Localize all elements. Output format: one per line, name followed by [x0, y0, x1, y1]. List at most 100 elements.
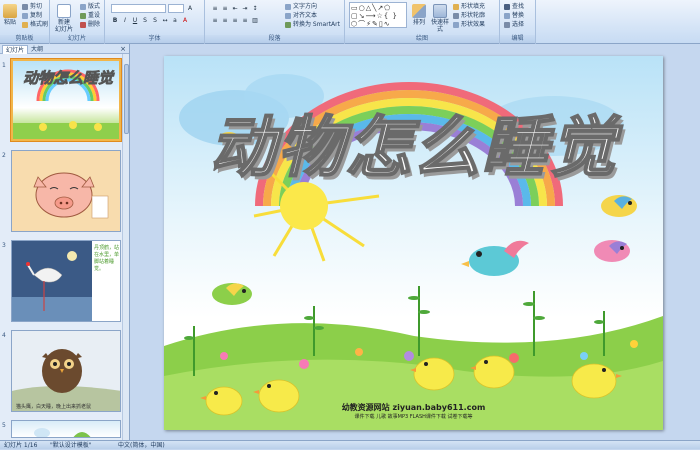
owl-illustration [12, 331, 120, 411]
find-label: 查找 [512, 3, 525, 10]
editing-group: 查找 替换 选择 编辑 [500, 0, 536, 44]
replace-button[interactable]: 替换 [504, 12, 524, 20]
thumb-4-caption: 猫头鹰，白天睡，晚上出来抓老鼠 [16, 404, 92, 410]
reset-button[interactable]: 重设 [80, 12, 100, 20]
text-direction-button[interactable]: 文字方向 [285, 3, 317, 11]
smartart-label: 转换为 SmartArt [293, 21, 340, 28]
copy-icon [22, 12, 28, 19]
shape-outline-button[interactable]: 形状轮廓 [453, 12, 485, 20]
arrange-button[interactable]: 排列 [411, 4, 427, 26]
numbering-icon[interactable]: ≡ [221, 5, 229, 13]
reset-icon [80, 12, 86, 19]
drawing-group: ▭○△╲↗⬠ ▢↘⟶☆{ } ⬡⌒⚡✎▯∿ 排列 快速样式 形状填充 形状轮廓 形状… [345, 0, 500, 44]
slide-thumbnail-5[interactable] [11, 420, 121, 438]
thumb-number: 2 [2, 152, 6, 159]
align-left-icon[interactable]: ≡ [211, 17, 219, 25]
copy-button[interactable]: 复制 [22, 12, 42, 20]
new-slide-button[interactable]: 新建 幻灯片 [54, 4, 74, 33]
increase-indent-icon[interactable]: ⇥ [241, 5, 249, 13]
line-spacing-icon[interactable]: ↕ [251, 5, 259, 13]
copy-label: 复制 [30, 12, 43, 19]
quick-styles-label: 快速样式 [430, 19, 449, 33]
thumb-number: 1 [2, 62, 6, 69]
smartart-icon [285, 21, 291, 28]
status-bar: 幻灯片 1/16 "默认设计模板" 中文(简体，中国) [0, 440, 700, 449]
brush-icon [22, 21, 28, 28]
paste-button[interactable]: 粘贴 [2, 4, 18, 26]
slides-group-label: 幻灯片 [50, 35, 104, 43]
font-size-dropdown[interactable] [168, 4, 184, 13]
text-direction-label: 文字方向 [293, 3, 318, 10]
thumb-1-title: 动物怎么睡觉 [22, 69, 114, 88]
tab-outline[interactable]: 大纲 [28, 45, 46, 54]
align-row: ≡ ≡ ≡ ≡ ▥ [211, 16, 261, 25]
delete-button[interactable]: 删除 [80, 21, 100, 29]
scrollbar-thumb[interactable] [124, 64, 129, 134]
grow-font-icon[interactable]: A [186, 5, 194, 13]
scissors-icon [22, 3, 28, 10]
drawing-group-label: 绘图 [345, 35, 499, 43]
bullets-icon[interactable]: ≡ [211, 5, 219, 13]
close-icon[interactable]: × [120, 45, 126, 53]
slide-thumbnail-2[interactable] [11, 150, 121, 232]
shape-fill-button[interactable]: 形状填充 [453, 3, 485, 11]
new-slide-icon [57, 4, 71, 18]
paint-bucket-icon [453, 3, 459, 10]
slide-title[interactable]: 动物怎么睡觉 [164, 94, 663, 190]
slide-thumbnail-1[interactable]: 动物怎么睡觉 [11, 59, 121, 141]
slides-panel: 幻灯片 大纲 × 1 动物怎么睡觉 2 3 丹顶鹤，站在水里，单脚站着睡觉。 4… [0, 44, 130, 440]
shape-effects-button[interactable]: 形状效果 [453, 21, 485, 29]
clipboard-group: 粘贴 剪切 复制 格式刷 剪贴板 [0, 0, 50, 44]
align-text-icon [285, 12, 291, 19]
italic-icon[interactable]: I [121, 17, 129, 25]
arrange-label: 排列 [412, 19, 425, 26]
bold-icon[interactable]: B [111, 17, 119, 25]
thumb-5-art [34, 428, 91, 437]
slide-thumbnail-4[interactable]: 猫头鹰，白天睡，晚上出来抓老鼠 [11, 330, 121, 412]
thumb-3-caption: 丹顶鹤，站在水里，单脚站着睡觉。 [94, 245, 120, 272]
tab-slides[interactable]: 幻灯片 [2, 45, 29, 54]
shadow-icon[interactable]: S [151, 17, 159, 25]
paragraph-group: ≡ ≡ ⇤ ⇥ ↕ ≡ ≡ ≡ ≡ ▥ 文字方向 对齐文本 转换为 SmartArt 段落 [205, 0, 345, 44]
binoculars-icon [504, 3, 510, 10]
align-right-icon[interactable]: ≡ [231, 17, 239, 25]
layout-button[interactable]: 版式 [80, 3, 100, 11]
layout-label: 版式 [88, 3, 101, 10]
panel-scrollbar[interactable] [122, 54, 129, 440]
find-button[interactable]: 查找 [504, 3, 524, 11]
smartart-button[interactable]: 转换为 SmartArt [285, 21, 340, 29]
decrease-indent-icon[interactable]: ⇤ [231, 5, 239, 13]
font-name-dropdown[interactable] [111, 4, 166, 13]
panel-tabs: 幻灯片 大纲 × [0, 44, 129, 54]
slide-thumbnail-3[interactable]: 丹顶鹤，站在水里，单脚站着睡觉。 [11, 240, 121, 322]
paste-icon [3, 4, 17, 18]
reset-label: 重设 [88, 12, 101, 19]
replace-icon [504, 12, 510, 19]
align-center-icon[interactable]: ≡ [221, 17, 229, 25]
select-button[interactable]: 选择 [504, 21, 524, 29]
underline-icon[interactable]: U [131, 17, 139, 25]
align-text-button[interactable]: 对齐文本 [285, 12, 317, 20]
cut-button[interactable]: 剪切 [22, 3, 42, 11]
shapes-gallery[interactable]: ▭○△╲↗⬠ ▢↘⟶☆{ } ⬡⌒⚡✎▯∿ [349, 2, 407, 28]
shape-effects-label: 形状效果 [461, 21, 486, 28]
justify-icon[interactable]: ≡ [241, 17, 249, 25]
cursor-icon [504, 21, 510, 28]
columns-icon[interactable]: ▥ [251, 17, 259, 25]
spacing-icon[interactable]: ↔ [161, 17, 169, 25]
font-group-label: 字体 [105, 35, 204, 43]
select-label: 选择 [512, 21, 525, 28]
layout-icon [80, 3, 86, 10]
format-painter-label: 格式刷 [30, 21, 49, 28]
format-painter-button[interactable]: 格式刷 [22, 21, 48, 29]
replace-label: 替换 [512, 12, 525, 19]
font-color-icon[interactable]: A [181, 17, 189, 25]
quick-styles-button[interactable]: 快速样式 [429, 4, 451, 33]
slides-group: 新建 幻灯片 版式 重设 删除 幻灯片 [50, 0, 105, 44]
paragraph-group-label: 段落 [205, 35, 344, 43]
thumb-number: 4 [2, 332, 6, 339]
strikethrough-icon[interactable]: S [141, 17, 149, 25]
current-slide[interactable]: 动物怎么睡觉 幼教资源网站 ziyuan.baby611.com 课件下载 儿歌… [164, 56, 663, 430]
case-icon[interactable]: a [171, 17, 179, 25]
thumb-number: 5 [2, 422, 6, 429]
